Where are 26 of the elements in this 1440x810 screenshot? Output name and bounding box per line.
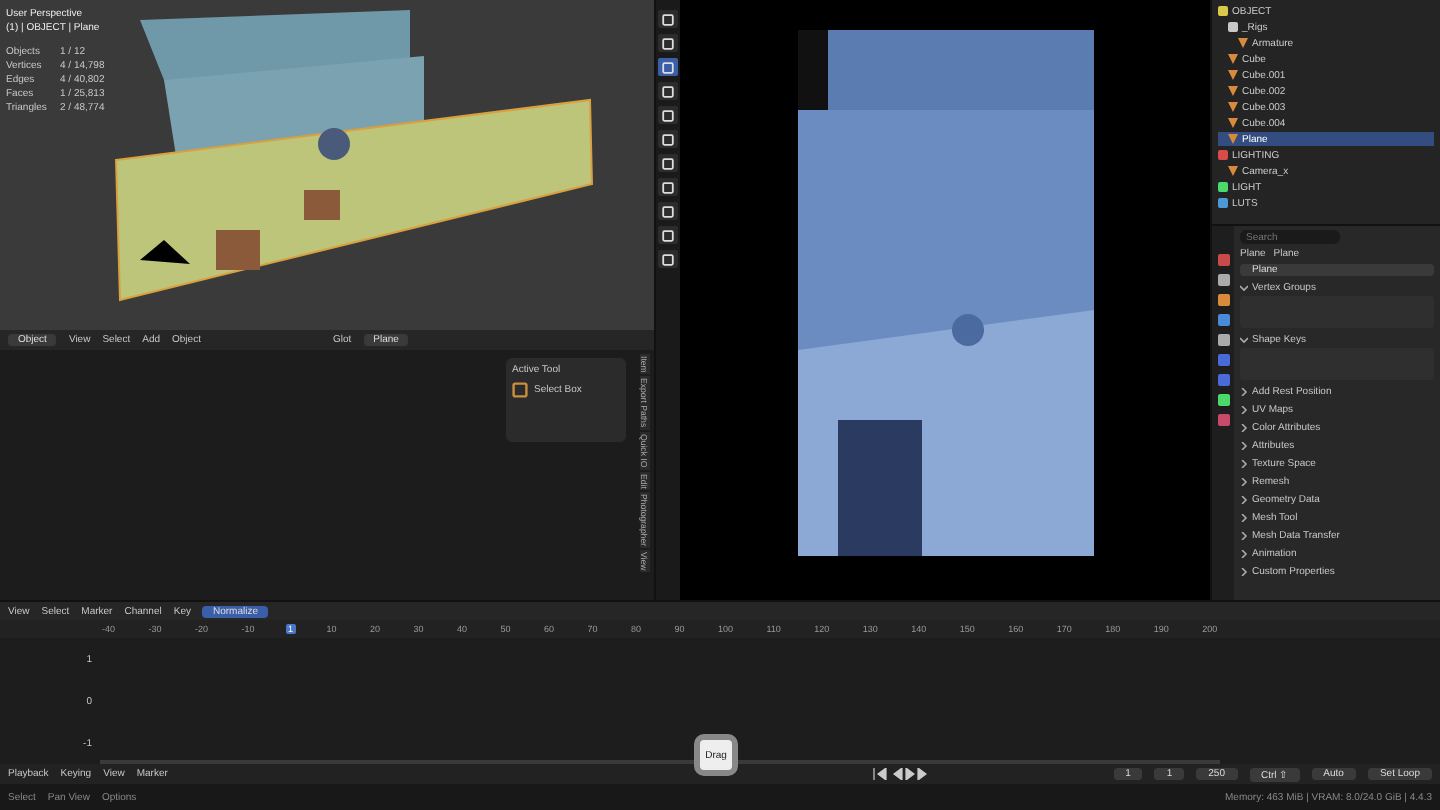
- chevron-down-icon: [1240, 335, 1248, 343]
- playback-controls-icon[interactable]: [869, 768, 930, 780]
- chevron-right-icon: [1240, 405, 1248, 413]
- chevron-right-icon: [1240, 459, 1248, 467]
- select-box-icon: [512, 382, 528, 398]
- tool-button[interactable]: [658, 178, 678, 196]
- chevron-right-icon: [1240, 387, 1248, 395]
- tool-button[interactable]: [658, 130, 678, 148]
- chevron-right-icon: [1240, 567, 1248, 575]
- tool-button[interactable]: [658, 58, 678, 76]
- chevron-right-icon: [1240, 441, 1248, 449]
- tool-button[interactable]: [658, 154, 678, 172]
- chevron-right-icon: [1240, 495, 1248, 503]
- chevron-right-icon: [1240, 549, 1248, 557]
- chevron-right-icon: [1240, 423, 1248, 431]
- tool-button[interactable]: [658, 250, 678, 268]
- chevron-down-icon: [1240, 283, 1248, 291]
- chevron-right-icon: [1240, 531, 1248, 539]
- tool-button[interactable]: [658, 202, 678, 220]
- tool-button[interactable]: [658, 82, 678, 100]
- chevron-right-icon: [1240, 513, 1248, 521]
- tool-button[interactable]: [658, 106, 678, 124]
- tool-button[interactable]: [658, 34, 678, 52]
- tool-button[interactable]: [658, 226, 678, 244]
- chevron-right-icon: [1240, 477, 1248, 485]
- tool-button[interactable]: [658, 10, 678, 28]
